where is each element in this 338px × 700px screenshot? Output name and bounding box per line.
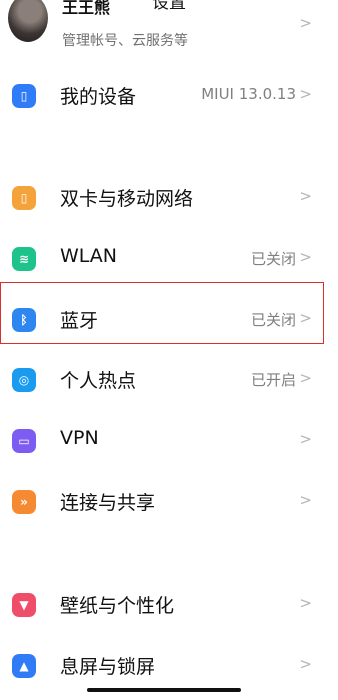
- chevron-right-icon: >: [299, 14, 312, 32]
- settings-item-bluetooth[interactable]: ᛒ 蓝牙 已关闭 >: [0, 290, 338, 350]
- hotspot-icon: ◎: [12, 368, 36, 392]
- chevron-right-icon: >: [299, 85, 312, 103]
- chevron-right-icon: >: [299, 655, 312, 673]
- item-label: 个人热点: [60, 370, 137, 392]
- settings-item-lock-screen[interactable]: ▲ 息屏与锁屏 >: [0, 636, 338, 696]
- settings-item-hotspot[interactable]: ◎ 个人热点 已开启 >: [0, 350, 338, 410]
- item-value: 已关闭: [250, 250, 296, 268]
- home-indicator[interactable]: [87, 688, 241, 692]
- vpn-icon: ▭: [12, 429, 36, 453]
- settings-item-vpn[interactable]: ▭ VPN >: [0, 411, 338, 471]
- item-label: 蓝牙: [60, 310, 99, 332]
- share-icon: »: [12, 490, 36, 514]
- item-label: 息屏与锁屏: [60, 656, 156, 678]
- bluetooth-icon: ᛒ: [12, 308, 36, 332]
- item-label: WLAN: [60, 245, 118, 267]
- settings-item-wlan[interactable]: ≋ WLAN 已关闭 >: [0, 229, 338, 289]
- account-subtitle: 管理帐号、云服务等: [62, 33, 188, 49]
- settings-item-wallpaper[interactable]: ▼ 壁纸与个性化 >: [0, 575, 338, 635]
- chevron-right-icon: >: [299, 309, 312, 327]
- item-label: 我的设备: [60, 86, 137, 108]
- device-icon: ▯: [12, 84, 36, 108]
- item-label: VPN: [60, 427, 99, 449]
- settings-item-sim-network[interactable]: ▯ 双卡与移动网络 >: [0, 168, 338, 228]
- wifi-icon: ≋: [12, 247, 36, 271]
- settings-item-connection-sharing[interactable]: » 连接与共享 >: [0, 472, 338, 532]
- chevron-right-icon: >: [299, 369, 312, 387]
- item-value: 已关闭: [250, 311, 296, 329]
- chevron-right-icon: >: [299, 187, 312, 205]
- account-name: 王王熊: [62, 0, 111, 17]
- item-label: 连接与共享: [60, 492, 156, 514]
- lock-icon: ▲: [12, 654, 36, 678]
- item-value: MIUI 13.0.13: [201, 85, 296, 103]
- chevron-right-icon: >: [299, 248, 312, 266]
- avatar: [8, 0, 48, 42]
- item-label: 壁纸与个性化: [60, 595, 175, 617]
- sim-icon: ▯: [12, 186, 36, 210]
- item-label: 双卡与移动网络: [60, 188, 194, 210]
- chevron-right-icon: >: [299, 491, 312, 509]
- chevron-right-icon: >: [299, 430, 312, 448]
- item-value: 已开启: [250, 371, 296, 389]
- wallpaper-icon: ▼: [12, 593, 36, 617]
- settings-item-my-device[interactable]: ▯ 我的设备 MIUI 13.0.13 >: [0, 66, 338, 126]
- chevron-right-icon: >: [299, 594, 312, 612]
- account-row[interactable]: 王王熊 管理帐号、云服务等 >: [0, 0, 338, 58]
